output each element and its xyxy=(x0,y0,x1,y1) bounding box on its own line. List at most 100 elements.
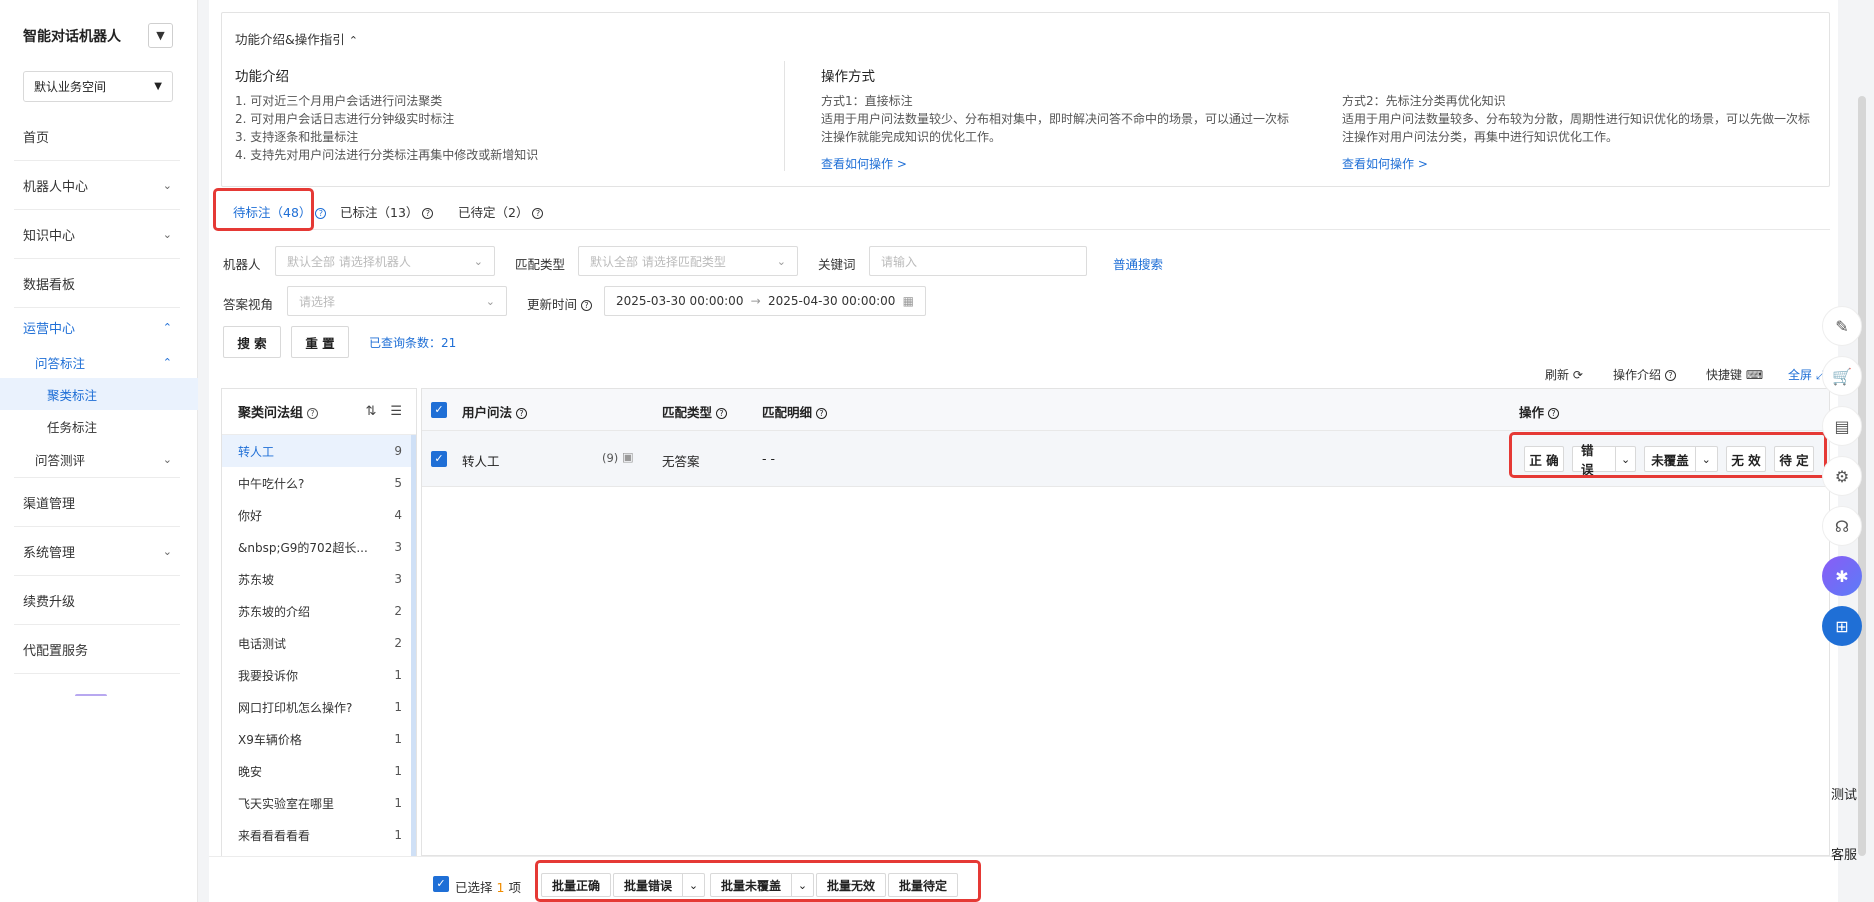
answer-view-select[interactable]: 请选择 ⌄ xyxy=(287,286,507,316)
settings-icon[interactable]: ⚙ xyxy=(1822,456,1862,496)
cluster-row-name: 网口打印机怎么操作? xyxy=(238,700,353,715)
spark-icon[interactable]: ✱ xyxy=(1822,556,1862,596)
match-type-placeholder: 默认全部 请选择匹配类型 xyxy=(590,254,726,269)
cluster-row[interactable]: 飞天实验室在哪里 1 xyxy=(222,787,416,819)
sort-icon[interactable]: ⇅ xyxy=(365,404,376,419)
cluster-row-name: 电话测试 xyxy=(238,636,287,651)
cluster-row-name: &nbsp;G9的702超长... xyxy=(238,540,368,555)
cluster-header: 聚类问法组? ⇅ ☰ xyxy=(222,389,416,435)
test-button[interactable]: 测试 xyxy=(1822,784,1866,803)
help-icon[interactable]: ? xyxy=(1548,408,1560,419)
api-doc-icon[interactable]: ▤ xyxy=(1822,406,1862,446)
ops-title: 操作方式 xyxy=(821,69,875,85)
row-checkbox[interactable]: ✓ xyxy=(431,451,447,467)
keyword-placeholder: 请输入 xyxy=(881,254,918,269)
col-header-label: 用户问法 xyxy=(462,405,513,420)
date-range-picker[interactable]: 2025-03-30 00:00:00 → 2025-04-30 00:00:0… xyxy=(604,286,926,316)
cluster-row-count: 1 xyxy=(394,700,402,714)
col-header-label: 匹配类型 xyxy=(662,405,713,420)
sidebar-item-qa-annotation[interactable]: 问答标注 ⌃ xyxy=(0,346,198,378)
cluster-row[interactable]: 网口打印机怎么操作? 1 xyxy=(222,691,416,723)
answer-view-placeholder: 请选择 xyxy=(299,294,336,309)
workspace-select[interactable]: 默认业务空间 ▼ xyxy=(23,71,173,102)
select-all-checkbox[interactable]: ✓ xyxy=(431,402,447,418)
selected-prefix: 已选择 xyxy=(455,880,493,895)
tab-hold[interactable]: 已待定（2）? xyxy=(458,202,544,221)
help-icon[interactable]: ? xyxy=(307,408,319,419)
help-icon[interactable]: ? xyxy=(315,208,327,219)
edit-icon[interactable]: ✎ xyxy=(1822,306,1862,346)
search-button[interactable]: 搜 索 xyxy=(223,326,281,358)
sidebar-item-label: 聚类标注 xyxy=(47,387,98,403)
sidebar-item-renew-upgrade[interactable]: 续费升级 xyxy=(0,576,198,625)
cluster-row[interactable]: &nbsp;G9的702超长... 3 xyxy=(222,531,416,563)
cluster-scrollbar[interactable] xyxy=(411,435,416,875)
help-icon[interactable]: ? xyxy=(532,208,544,219)
cluster-row[interactable]: X9车辆价格 1 xyxy=(222,723,416,755)
op-intro-label: 操作介绍 xyxy=(1613,368,1662,382)
cart-icon[interactable]: 🛒 xyxy=(1822,356,1862,396)
help-icon[interactable]: ? xyxy=(816,408,828,419)
apps-icon[interactable]: ⊞ xyxy=(1822,606,1862,646)
help-icon[interactable]: ? xyxy=(516,408,528,419)
list-indent-icon[interactable]: ☰ xyxy=(390,404,402,419)
op-intro-button[interactable]: 操作介绍? xyxy=(1613,366,1677,383)
sidebar-item-config-service[interactable]: 代配置服务 xyxy=(0,625,198,674)
chevron-down-icon: ⌄ xyxy=(776,254,786,268)
keyword-input[interactable]: 请输入 xyxy=(869,246,1087,276)
headset-icon[interactable]: ☊ xyxy=(1822,506,1862,546)
sidebar-item-dashboard[interactable]: 数据看板 xyxy=(0,259,198,308)
sidebar-item-knowledge-center[interactable]: 知识中心 ⌄ xyxy=(0,210,198,259)
shortcut-button[interactable]: 快捷键 ⌨ xyxy=(1706,366,1763,383)
robot-select[interactable]: 默认全部 请选择机器人 ⌄ xyxy=(275,246,495,276)
cluster-title: 聚类问法组? xyxy=(238,402,319,421)
sidebar-item-system-mgmt[interactable]: 系统管理 ⌄ xyxy=(0,527,198,576)
sidebar-item-ops-center[interactable]: 运营中心 ⌃ xyxy=(0,308,198,346)
sidebar-item-home[interactable]: 首页 xyxy=(0,112,198,161)
method1-howto-link[interactable]: 查看如何操作 > xyxy=(821,155,907,172)
intro-toggle[interactable]: 功能介绍&操作指引 ⌃ xyxy=(235,29,358,48)
cluster-row[interactable]: 你好 4 xyxy=(222,499,416,531)
reset-button[interactable]: 重 置 xyxy=(291,326,349,358)
cluster-row[interactable]: 晚安 1 xyxy=(222,755,416,787)
method1-desc: 注操作就能完成知识的优化工作。 xyxy=(821,130,1002,144)
cluster-row[interactable]: 苏东坡 3 xyxy=(222,563,416,595)
col-header-ops: 操作? xyxy=(1519,402,1560,421)
intro-divider xyxy=(784,61,785,171)
cluster-row-count: 1 xyxy=(394,732,402,746)
cluster-row[interactable]: 电话测试 2 xyxy=(222,627,416,659)
cluster-list: 转人工 9 中午吃什么? 5 你好 4 &nbsp;G9的702超长... 3 苏东坡 3 苏东坡的… xyxy=(222,435,416,878)
cluster-row-name: 我要投诉你 xyxy=(238,668,299,683)
sidebar-item-label: 问答测评 xyxy=(35,453,86,468)
brand-dropdown-button[interactable]: ▼ xyxy=(148,23,173,48)
service-button[interactable]: 客服 xyxy=(1822,844,1866,863)
refresh-button[interactable]: 刷新 ⟳ xyxy=(1545,366,1583,383)
sidebar-collapse-handle[interactable] xyxy=(75,694,107,698)
intro-panel: 功能介绍&操作指引 ⌃ 功能介绍 1. 可对近三个月用户会话进行问法聚类 2. … xyxy=(221,12,1830,187)
method2-howto-link[interactable]: 查看如何操作 > xyxy=(1342,155,1428,172)
cluster-row-count: 5 xyxy=(394,476,402,490)
sidebar-item-task-annotation[interactable]: 任务标注 xyxy=(0,410,198,442)
sidebar-item-cluster-annotation[interactable]: 聚类标注 xyxy=(0,378,198,410)
help-icon[interactable]: ? xyxy=(716,408,728,419)
workspace-select-value: 默认业务空间 xyxy=(34,80,107,94)
match-type-select[interactable]: 默认全部 请选择匹配类型 ⌄ xyxy=(578,246,798,276)
normal-search-link[interactable]: 普通搜索 xyxy=(1113,254,1163,273)
cluster-row[interactable]: 来看看看看看 1 xyxy=(222,819,416,851)
sidebar-item-qa-eval[interactable]: 问答测评 ⌄ xyxy=(14,442,180,478)
cluster-row[interactable]: 苏东坡的介绍 2 xyxy=(222,595,416,627)
cluster-row[interactable]: 转人工 9 xyxy=(222,435,416,467)
help-icon[interactable]: ? xyxy=(581,300,593,311)
help-icon[interactable]: ? xyxy=(422,208,434,219)
arrow-right-icon: → xyxy=(750,294,761,308)
sidebar-item-channel-mgmt[interactable]: 渠道管理 xyxy=(0,478,198,527)
footer-checkbox[interactable]: ✓ xyxy=(433,876,449,892)
chevron-down-icon: ⌄ xyxy=(162,545,172,558)
cluster-row[interactable]: 我要投诉你 1 xyxy=(222,659,416,691)
cluster-row[interactable]: 中午吃什么? 5 xyxy=(222,467,416,499)
sidebar-item-robot-center[interactable]: 机器人中心 ⌄ xyxy=(0,161,198,210)
tab-done[interactable]: 已标注（13）? xyxy=(340,202,434,221)
fullscreen-button[interactable]: 全屏 ⤢ xyxy=(1788,366,1825,383)
answer-view-label: 答案视角 xyxy=(223,297,274,312)
cluster-row-count: 1 xyxy=(394,828,402,842)
